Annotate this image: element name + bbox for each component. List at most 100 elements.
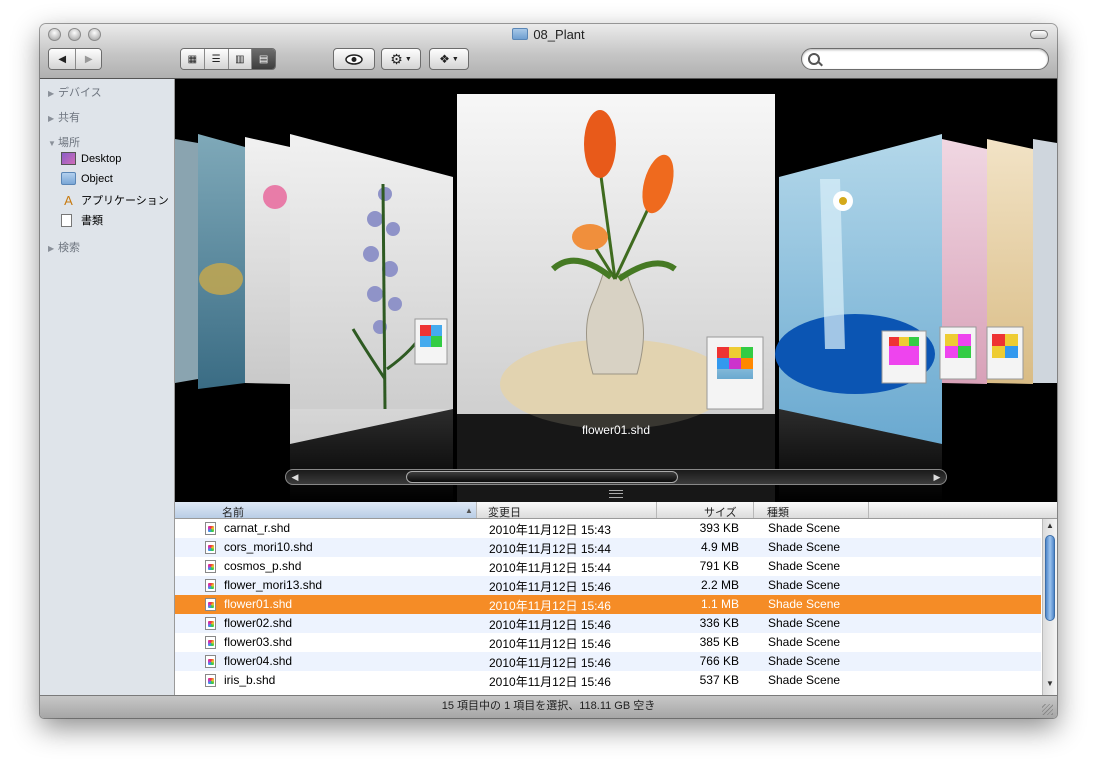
vertical-scrollbar[interactable]: ▲ ▼ — [1042, 519, 1057, 695]
column-view-button[interactable]: ▥ — [228, 49, 253, 69]
quicklook-button[interactable] — [333, 48, 375, 70]
window-title-text: 08_Plant — [533, 27, 585, 42]
coverflow-scrollbar[interactable]: ◀ ▶ — [285, 469, 947, 485]
sidebar-item-documents[interactable]: 書類 — [61, 212, 103, 228]
resize-grip-icon[interactable] — [1042, 704, 1053, 715]
sidebar-item-desktop[interactable]: Desktop — [61, 152, 121, 165]
sidebar-section-label: 共有 — [58, 112, 80, 124]
sidebar-section-search[interactable]: ▶ 検索 — [48, 239, 80, 255]
file-name: flower03.shd — [224, 635, 293, 649]
split-resize-handle[interactable] — [609, 490, 623, 498]
vertical-scroll-thumb[interactable] — [1045, 535, 1055, 621]
folder-icon — [61, 172, 76, 185]
dropbox-menu-button[interactable]: ❖ ▼ — [429, 48, 469, 70]
shade-file-icon — [205, 636, 216, 649]
file-date: 2010年11月12日 15:46 — [489, 618, 611, 632]
sidebar-item-object[interactable]: Object — [61, 172, 113, 185]
column-header-name[interactable]: 名前 — [222, 504, 244, 520]
disclosure-triangle-icon[interactable]: ▶ — [48, 244, 58, 253]
sidebar-section-shared[interactable]: ▶ 共有 — [48, 109, 80, 125]
file-size: 2.2 MB — [700, 578, 739, 592]
icon-grid-icon: ▦ — [187, 53, 198, 65]
coverflow-view-button[interactable]: ▤ — [252, 49, 275, 69]
shade-file-icon — [205, 579, 216, 592]
scroll-down-icon[interactable]: ▼ — [1043, 679, 1057, 688]
file-list: 名前 ▲ 変更日 サイズ 種類 carnat_r.shd 2010年11月12日 … — [175, 502, 1057, 695]
table-row[interactable]: flower03.shd 2010年11月12日 15:46 385 KB Shade… — [175, 633, 1041, 652]
file-name: flower02.shd — [224, 616, 293, 630]
sidebar-item-label: Object — [81, 172, 113, 185]
shade-file-icon — [205, 598, 216, 611]
file-size: 1.1 MB — [700, 597, 739, 611]
scroll-right-icon[interactable]: ▶ — [930, 471, 944, 483]
file-date: 2010年11月12日 15:46 — [489, 599, 611, 613]
status-bar: 15 項目中の 1 項目を選択、118.11 GB 空き — [40, 695, 1057, 718]
file-size: 4.9 MB — [700, 540, 739, 554]
coverflow-card[interactable] — [198, 134, 245, 389]
coverflow-area[interactable]: flower01.shd ◀ ▶ — [175, 79, 1057, 502]
back-button[interactable]: ◀ — [49, 49, 77, 69]
disclosure-triangle-icon[interactable]: ▶ — [48, 114, 58, 123]
icon-view-button[interactable]: ▦ — [181, 49, 205, 69]
shade-file-icon — [205, 541, 216, 554]
shade-file-icon — [205, 522, 216, 535]
coverflow-caption: flower01.shd — [581, 423, 651, 437]
column-header-kind[interactable]: 種類 — [767, 504, 789, 520]
file-name: flower_mori13.shd — [224, 578, 323, 592]
file-name: carnat_r.shd — [224, 521, 291, 535]
shade-badge-icon — [706, 336, 764, 410]
file-date: 2010年11月12日 15:46 — [489, 580, 611, 594]
coverflow-card[interactable] — [1033, 139, 1057, 383]
disclosure-triangle-icon[interactable]: ▶ — [48, 89, 58, 98]
shade-badge-icon — [939, 326, 977, 380]
toolbar-toggle-button[interactable] — [1030, 30, 1048, 39]
column-header-size[interactable]: サイズ — [704, 504, 737, 520]
coverflow-card-vase[interactable] — [779, 134, 942, 444]
column-header-row: 名前 ▲ 変更日 サイズ 種類 — [175, 502, 1057, 519]
scroll-left-icon[interactable]: ◀ — [288, 471, 302, 483]
table-row[interactable]: iris_b.shd 2010年11月12日 15:46 537 KB Shade S… — [175, 671, 1041, 690]
chevron-down-icon: ▼ — [451, 55, 459, 63]
coverflow-scroll-thumb[interactable] — [406, 471, 678, 483]
coverflow-card[interactable] — [245, 137, 290, 384]
column-header-date[interactable]: 変更日 — [488, 504, 521, 520]
sidebar-item-applications[interactable]: A アプリケーション — [61, 192, 169, 208]
search-field[interactable] — [801, 48, 1049, 70]
sidebar-section-label: 場所 — [58, 137, 80, 149]
table-row-selected[interactable]: flower01.shd 2010年11月12日 15:46 1.1 MB Shade… — [175, 595, 1041, 614]
back-arrow-icon: ◀ — [58, 53, 67, 65]
gear-icon: ⚙ — [390, 50, 403, 67]
shade-file-icon — [205, 560, 216, 573]
search-input[interactable] — [824, 51, 1038, 68]
file-date: 2010年11月12日 15:46 — [489, 637, 611, 651]
table-row[interactable]: cosmos_p.shd 2010年11月12日 15:44 791 KB Shade… — [175, 557, 1041, 576]
file-kind: Shade Scene — [768, 521, 841, 535]
applications-icon: A — [64, 192, 73, 208]
desktop-icon — [61, 152, 76, 165]
table-row[interactable]: carnat_r.shd 2010年11月12日 15:43 393 KB Shade… — [175, 519, 1041, 538]
list-view-button[interactable]: ☰ — [204, 49, 229, 69]
disclosure-triangle-icon[interactable]: ▼ — [48, 139, 58, 148]
file-name: iris_b.shd — [224, 673, 276, 687]
scroll-up-icon[interactable]: ▲ — [1043, 521, 1057, 530]
sidebar-section-label: 検索 — [58, 242, 80, 254]
sidebar-section-places[interactable]: ▼ 場所 — [48, 134, 80, 150]
shade-file-icon — [205, 674, 216, 687]
file-date: 2010年11月12日 15:44 — [489, 542, 611, 556]
coverflow-icon: ▤ — [258, 53, 269, 65]
table-row[interactable]: flower_mori13.shd 2010年11月12日 15:46 2.2 MB… — [175, 576, 1041, 595]
file-kind: Shade Scene — [768, 559, 841, 573]
table-row[interactable]: cors_mori10.shd 2010年11月12日 15:44 4.9 MB Sh… — [175, 538, 1041, 557]
action-menu-button[interactable]: ⚙ ▼ — [381, 48, 421, 70]
sidebar-section-devices[interactable]: ▶ デバイス — [48, 84, 102, 100]
table-row[interactable]: flower02.shd 2010年11月12日 15:46 336 KB Shade… — [175, 614, 1041, 633]
file-size: 791 KB — [699, 559, 739, 573]
forward-button[interactable]: ▶ — [76, 49, 101, 69]
window-title: 08_Plant — [40, 27, 1057, 42]
shade-badge-icon — [986, 326, 1024, 380]
shade-file-icon — [205, 617, 216, 630]
file-kind: Shade Scene — [768, 673, 841, 687]
table-row[interactable]: flower04.shd 2010年11月12日 15:46 766 KB Shade… — [175, 652, 1041, 671]
coverflow-card[interactable] — [175, 139, 198, 383]
list-lines-icon: ☰ — [211, 53, 221, 65]
